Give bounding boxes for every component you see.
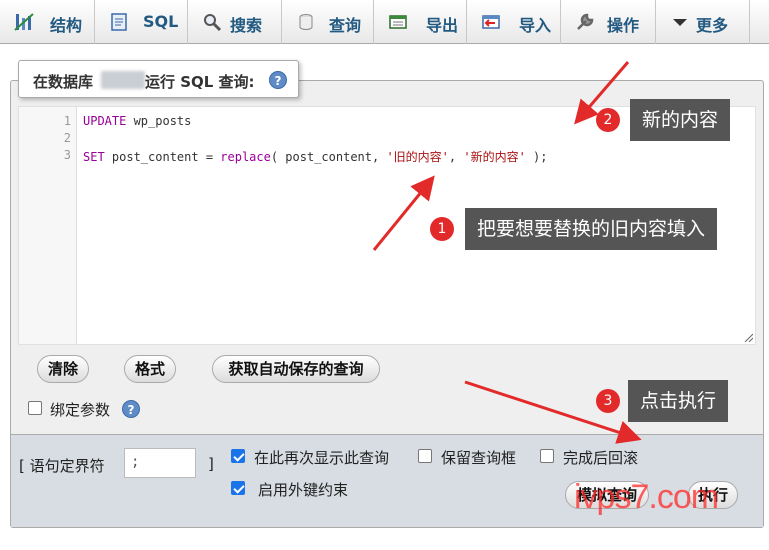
code-text: ( post_content, (270, 150, 387, 164)
retain-query-box-checkbox[interactable] (418, 449, 432, 463)
format-button[interactable]: 格式 (124, 355, 176, 383)
tab-sql[interactable]: SQL (95, 0, 188, 44)
line-number: 3 (63, 148, 71, 162)
resize-handle-icon[interactable] (743, 332, 753, 342)
query-box-title: 在数据库 运行 SQL 查询: ? (18, 60, 299, 98)
tab-operations[interactable]: 操作 (561, 0, 656, 44)
line-number: 2 (63, 131, 71, 145)
step-badge-2: 2 (596, 108, 620, 132)
rollback-checkbox[interactable] (540, 449, 554, 463)
show-query-again-checkbox[interactable] (231, 449, 245, 463)
tab-structure[interactable]: 结构 (0, 0, 95, 44)
rollback-label: 完成后回滚 (563, 449, 639, 467)
get-autosaved-query-button[interactable]: 获取自动保存的查询 (212, 355, 380, 383)
old-content-string: '旧的内容' (386, 150, 449, 164)
keyword-update: UPDATE (83, 114, 127, 128)
delimiter-label: [ 语句定界符 (19, 457, 105, 475)
keyword-set: SET (83, 150, 105, 164)
bind-params-checkbox[interactable] (28, 401, 42, 415)
search-icon (204, 14, 222, 32)
query-icon (299, 14, 313, 30)
code-text: , (448, 150, 464, 164)
tab-sql-label: SQL (143, 12, 179, 31)
help-icon[interactable]: ? (269, 71, 287, 89)
watermark: ivps7.com (574, 478, 719, 516)
line-number-gutter: 1 2 3 (19, 107, 77, 344)
callout-new-content: 新的内容 (630, 99, 731, 141)
foreign-key-checks-checkbox[interactable] (231, 481, 245, 495)
redacted-db-name (101, 71, 145, 89)
tab-import-label: 导入 (519, 16, 552, 35)
delimiter-input[interactable]: ; (124, 448, 196, 478)
tab-query[interactable]: 查询 (282, 0, 374, 44)
code-text: post_content = (104, 150, 221, 164)
code-text: wp_posts (126, 114, 192, 128)
title-suffix: 运行 SQL 查询: (145, 73, 255, 91)
sql-icon (111, 13, 127, 31)
tab-export[interactable]: 导出 (374, 0, 467, 44)
tab-import[interactable]: 导入 (467, 0, 561, 44)
delimiter-label-close: ] (208, 455, 214, 473)
tab-search[interactable]: 搜索 (188, 0, 282, 44)
code-line-1: UPDATE wp_posts (83, 114, 191, 128)
code-line-3: SET post_content = replace( post_content… (83, 148, 548, 165)
top-tab-bar: 结构 SQL 搜索 查询 导出 导入 操作 更多 (0, 0, 769, 44)
foreign-key-checks-label: 启用外键约束 (258, 481, 349, 499)
callout-click-go: 点击执行 (628, 380, 729, 422)
import-icon (482, 15, 500, 29)
tab-search-label: 搜索 (230, 16, 263, 35)
help-icon[interactable]: ? (122, 400, 140, 418)
step-badge-3: 3 (596, 389, 620, 413)
clear-button[interactable]: 清除 (37, 355, 89, 383)
bind-params-label: 绑定参数 (50, 401, 111, 419)
retain-query-box-label: 保留查询框 (441, 449, 517, 467)
export-icon (389, 15, 407, 29)
show-query-again-label: 在此再次显示此查询 (254, 449, 390, 467)
tab-more-label: 更多 (696, 16, 729, 35)
code-text: ); (525, 150, 548, 164)
keyword-replace: replace (220, 150, 271, 164)
line-number: 1 (63, 114, 71, 128)
tab-operations-label: 操作 (607, 16, 640, 35)
step-badge-1: 1 (430, 217, 454, 241)
structure-icon (14, 13, 34, 31)
wrench-icon (577, 13, 594, 30)
tab-structure-label: 结构 (50, 16, 83, 35)
tab-more[interactable]: 更多 (656, 0, 750, 44)
title-prefix: 在数据库 (33, 73, 94, 91)
new-content-string: '新的内容' (463, 150, 526, 164)
tab-query-label: 查询 (329, 16, 362, 35)
caret-down-icon (673, 19, 687, 26)
tab-export-label: 导出 (426, 16, 459, 35)
callout-old-content: 把要想要替换的旧内容填入 (465, 208, 718, 250)
